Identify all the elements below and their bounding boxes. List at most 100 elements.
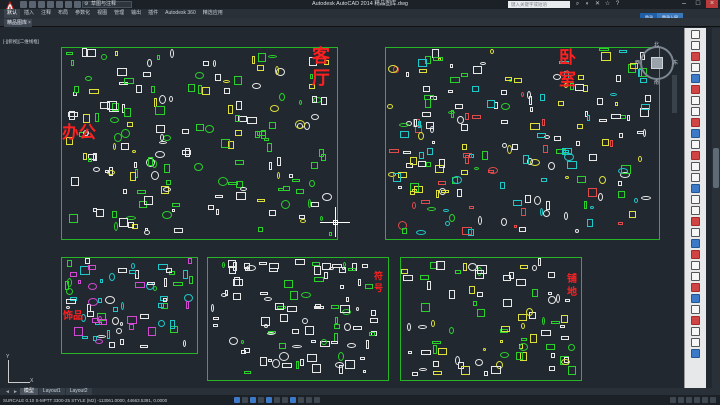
tab-layout1[interactable]: Layout1 <box>38 388 65 395</box>
toolbar-tool-icon[interactable] <box>691 118 700 127</box>
star-icon[interactable]: ☆ <box>604 1 611 8</box>
toolbar-tool-icon[interactable] <box>691 239 700 248</box>
tab-model[interactable]: 模型 <box>19 388 38 395</box>
viewcube[interactable]: 北 南 东 西 <box>635 42 678 86</box>
help-icon[interactable]: ? <box>614 1 621 8</box>
search-icon[interactable]: ⌕ <box>574 1 581 8</box>
viewcube-north[interactable]: 北 <box>654 41 659 48</box>
cad-block <box>418 59 427 67</box>
toolbar-tool-icon[interactable] <box>691 206 700 215</box>
toolbar-tool-icon[interactable] <box>691 140 700 149</box>
toolbar-tool-icon[interactable] <box>691 63 700 72</box>
tab-default[interactable]: 默认 <box>4 9 21 18</box>
cad-block <box>233 293 241 300</box>
toolbar-tool-icon[interactable] <box>691 250 700 259</box>
maximize-icon[interactable]: □ <box>692 0 704 8</box>
toolbar-tool-icon[interactable] <box>691 30 700 39</box>
osnap-icon[interactable] <box>266 397 272 403</box>
ortho-icon[interactable] <box>250 397 256 403</box>
toolbar-tool-icon[interactable] <box>691 228 700 237</box>
toolbar-tool-icon[interactable] <box>691 195 700 204</box>
close-icon[interactable]: × <box>706 0 718 8</box>
toolbar-tool-icon[interactable] <box>691 316 700 325</box>
ducs-icon[interactable] <box>282 397 288 403</box>
tab-manage[interactable]: 管理 <box>111 9 127 18</box>
toolbar-tool-icon[interactable] <box>691 217 700 226</box>
tab-insert[interactable]: 插入 <box>21 9 37 18</box>
dyn-icon[interactable] <box>290 397 296 403</box>
lineweight-icon[interactable] <box>298 397 304 403</box>
close-tab-icon[interactable]: × <box>28 19 31 27</box>
cad-block <box>427 148 433 155</box>
toolbar-tool-icon[interactable] <box>691 85 700 94</box>
search-input[interactable]: 键入关键字或短语 <box>508 1 570 8</box>
quick-view-icon[interactable] <box>678 397 684 403</box>
tab-layout2[interactable]: Layout2 <box>65 388 92 395</box>
quick-properties-icon[interactable] <box>314 397 320 403</box>
document-tab[interactable]: 精品图库 × <box>4 19 32 27</box>
tab-parametric[interactable]: 参数化 <box>72 9 93 18</box>
cad-block <box>105 296 115 304</box>
toolbar-tool-icon[interactable] <box>691 327 700 336</box>
user-icon[interactable]: ◐ <box>584 1 591 8</box>
tab-plugins[interactable]: 插件 <box>145 9 161 18</box>
cad-block <box>71 177 79 186</box>
toolbar-tool-icon[interactable] <box>691 283 700 292</box>
cad-block <box>228 105 233 114</box>
toolbar-tool-icon[interactable] <box>691 272 700 281</box>
toolbar-tool-icon[interactable] <box>691 305 700 314</box>
toolbar-tool-icon[interactable] <box>691 41 700 50</box>
tab-layout[interactable]: 布局 <box>55 9 71 18</box>
tab-output[interactable]: 输出 <box>128 9 144 18</box>
toolbar-tool-icon[interactable] <box>691 349 700 358</box>
viewcube-east[interactable]: 东 <box>673 59 678 66</box>
workspace-switch-icon[interactable] <box>694 397 700 403</box>
cad-block <box>113 143 116 150</box>
annotation-scale-icon[interactable] <box>686 397 692 403</box>
cad-block <box>296 361 299 369</box>
cad-block <box>312 96 317 103</box>
viewcube-top-face[interactable] <box>651 57 663 69</box>
tab-autodesk-360[interactable]: Autodesk 360 <box>162 9 199 18</box>
viewcube-west[interactable]: 西 <box>635 59 640 66</box>
cad-block <box>311 114 319 120</box>
minimize-icon[interactable]: – <box>678 0 690 8</box>
viewport-controls[interactable]: [-][俯视][二维线框] <box>3 39 39 45</box>
otrack-icon[interactable] <box>274 397 280 403</box>
toolbar-tool-icon[interactable] <box>691 52 700 61</box>
toolbar-tool-icon[interactable] <box>691 107 700 116</box>
model-space-icon[interactable] <box>670 397 676 403</box>
navigation-bar[interactable] <box>672 75 677 113</box>
lock-icon[interactable] <box>702 397 708 403</box>
toolbar-tool-icon[interactable] <box>691 294 700 303</box>
toolbar-tool-icon[interactable] <box>691 129 700 138</box>
tab-featured-apps[interactable]: 精选应用 <box>200 9 226 18</box>
tab-view[interactable]: 视图 <box>94 9 110 18</box>
vertical-scrollbar[interactable] <box>712 28 720 388</box>
toolbar-tool-icon[interactable] <box>691 261 700 270</box>
cad-block <box>615 102 618 106</box>
toolbar-tool-icon[interactable] <box>691 173 700 182</box>
cad-block <box>543 145 548 153</box>
toolbar-tool-icon[interactable] <box>691 338 700 347</box>
toolbar-tool-icon[interactable] <box>691 162 700 171</box>
exchange-icon[interactable]: ✕ <box>594 1 601 8</box>
transparency-icon[interactable] <box>306 397 312 403</box>
cad-block <box>500 352 509 358</box>
layout-next-icon[interactable]: ► <box>12 389 19 395</box>
clean-screen-icon[interactable] <box>710 397 716 403</box>
toolbar-tool-icon[interactable] <box>691 151 700 160</box>
cad-block <box>588 188 597 197</box>
grid-icon[interactable] <box>242 397 248 403</box>
viewcube-south[interactable]: 南 <box>654 79 659 86</box>
polar-icon[interactable] <box>258 397 264 403</box>
tab-annotate[interactable]: 注释 <box>38 9 54 18</box>
cad-block <box>312 364 321 373</box>
cad-block <box>300 359 304 366</box>
layout-prev-icon[interactable]: ◄ <box>4 389 11 395</box>
scroll-thumb[interactable] <box>713 148 719 188</box>
toolbar-tool-icon[interactable] <box>691 74 700 83</box>
toolbar-tool-icon[interactable] <box>691 184 700 193</box>
toolbar-tool-icon[interactable] <box>691 96 700 105</box>
snap-icon[interactable] <box>234 397 240 403</box>
